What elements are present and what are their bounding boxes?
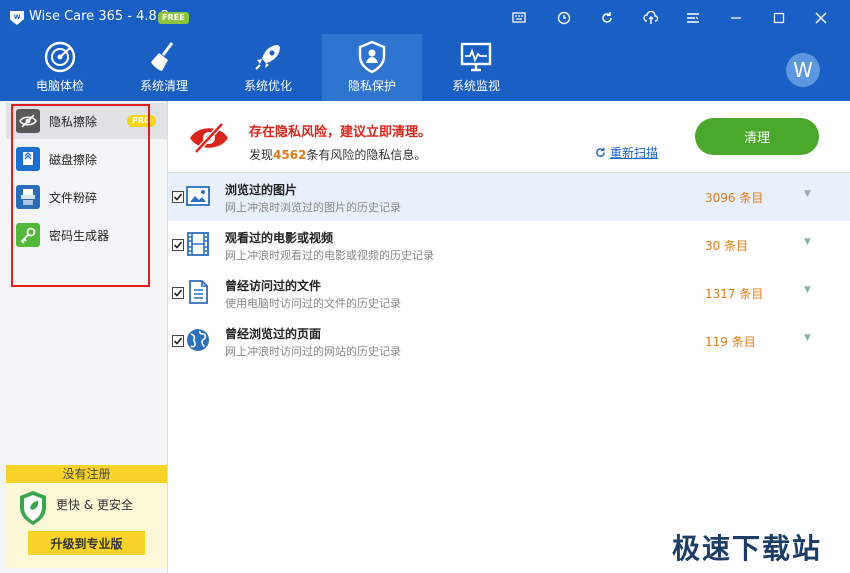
tab-label: 系统优化 (243, 79, 292, 93)
privacy-risk-eye-icon (190, 122, 228, 154)
close-icon (815, 12, 827, 24)
item-checkbox[interactable] (172, 335, 184, 347)
item-count: 119 条目 (705, 335, 756, 349)
picture-icon (186, 186, 210, 206)
item-count: 30 条目 (705, 239, 749, 253)
item-title: 观看过的电影或视频 (225, 231, 334, 245)
tab-system-check[interactable]: 电脑体检 (10, 34, 110, 101)
list-item[interactable]: 曾经访问过的文件 使用电脑时访问过的文件的历史记录 1317 条目 ▼ (168, 269, 850, 317)
tab-label: 电脑体检 (35, 79, 84, 93)
rescan-icon (596, 147, 605, 157)
alert-prefix: 发现 (249, 148, 274, 162)
menu-button[interactable] (680, 7, 706, 29)
document-icon (189, 280, 208, 304)
tab-privacy-protection[interactable]: 隐私保护 (322, 34, 422, 101)
menu-icon (687, 13, 699, 23)
item-checkbox[interactable] (172, 287, 184, 299)
item-description: 网上冲浪时观看过的电影或视频的历史记录 (225, 249, 434, 262)
broom-icon (151, 42, 174, 71)
alert-title: 存在隐私风险，建议立即清理。 (249, 125, 432, 140)
item-description: 网上冲浪时访问过的网站的历史记录 (225, 345, 401, 358)
rescan-label: 重新扫描 (610, 146, 659, 160)
item-description: 网上冲浪时浏览过的图片的历史记录 (225, 201, 401, 214)
checkmark-icon (173, 241, 183, 249)
expand-caret-icon[interactable]: ▼ (804, 285, 811, 295)
expand-caret-icon[interactable]: ▼ (804, 237, 811, 247)
tab-system-clean[interactable]: 系统清理 (114, 34, 214, 101)
tab-label: 隐私保护 (347, 79, 396, 93)
maximize-icon (773, 12, 785, 24)
rescan-link[interactable]: 重新扫描 (595, 144, 658, 161)
schedule-button[interactable] (551, 7, 577, 29)
clock-icon (557, 11, 571, 25)
cloud-button[interactable] (638, 7, 664, 29)
checkmark-icon (173, 337, 183, 345)
item-checkbox[interactable] (172, 191, 184, 203)
alert-suffix: 条有风险的隐私信息。 (306, 148, 427, 162)
app-title: Wise Care 365 - 4.8.2 (29, 9, 170, 24)
site-watermark: 极速下载站 (672, 532, 823, 565)
item-description: 使用电脑时访问过的文件的历史记录 (225, 297, 401, 310)
tab-label: 系统监视 (451, 79, 500, 93)
expand-caret-icon[interactable]: ▼ (804, 333, 811, 343)
refresh-button[interactable] (594, 7, 620, 29)
checkmark-icon (173, 289, 183, 297)
sidebar: 隐私擦除 PRO 磁盘擦除 文件粉碎 密码生成器 没有注册 更快 & 更安全 升… (0, 101, 168, 573)
item-title: 曾经访问过的文件 (225, 279, 322, 293)
minimize-button[interactable] (723, 7, 749, 29)
film-icon (187, 232, 209, 256)
promo-text: 更快 & 更安全 (56, 498, 133, 512)
svg-text:W: W (14, 14, 21, 21)
radar-icon (44, 41, 76, 73)
rocket-icon (255, 45, 280, 70)
cloud-upload-icon (643, 11, 659, 24)
upgrade-promo: 没有注册 更快 & 更安全 升级到专业版 (6, 465, 167, 568)
privacy-shield-icon (358, 40, 386, 74)
maximize-button[interactable] (766, 7, 792, 29)
monitor-icon (460, 42, 492, 72)
main-navigation: 电脑体检 系统清理 系统优化 隐私保护 系统监视 W (0, 34, 850, 101)
checkmark-icon (173, 193, 183, 201)
feedback-button[interactable] (506, 7, 532, 29)
tab-system-monitor[interactable]: 系统监视 (426, 34, 526, 101)
clean-button[interactable]: 清理 (695, 118, 819, 155)
minimize-icon (731, 17, 741, 19)
title-bar: W Wise Care 365 - 4.8.2 FREE (0, 0, 850, 34)
item-checkbox[interactable] (172, 239, 184, 251)
wise-care-logo-icon: W (10, 11, 24, 25)
rocket-shield-icon (20, 491, 46, 525)
risk-count: 4562 (273, 148, 307, 162)
globe-icon (187, 329, 209, 351)
refresh-icon (602, 12, 612, 23)
promo-title: 没有注册 (6, 465, 167, 483)
main-panel: 存在隐私风险，建议立即清理。 发现4562条有风险的隐私信息。 重新扫描 清理 … (168, 101, 850, 573)
alert-summary: 发现4562条有风险的隐私信息。 (249, 146, 426, 163)
free-badge: FREE (158, 12, 189, 24)
close-button[interactable] (808, 7, 834, 29)
highlight-box (11, 104, 150, 287)
keyboard-icon (512, 12, 526, 23)
list-item[interactable]: 曾经浏览过的页面 网上冲浪时访问过的网站的历史记录 119 条目 ▼ (168, 317, 850, 365)
app-header: W Wise Care 365 - 4.8.2 FREE 电脑体检 系统清理 系… (0, 0, 850, 101)
tab-label: 系统清理 (139, 79, 188, 93)
tab-system-optimize[interactable]: 系统优化 (218, 34, 318, 101)
list-item[interactable]: 浏览过的图片 网上冲浪时浏览过的图片的历史记录 3096 条目 ▼ (168, 173, 850, 221)
list-item[interactable]: 观看过的电影或视频 网上冲浪时观看过的电影或视频的历史记录 30 条目 ▼ (168, 221, 850, 269)
upgrade-button[interactable]: 升级到专业版 (28, 531, 145, 555)
expand-caret-icon[interactable]: ▼ (804, 189, 811, 199)
item-title: 曾经浏览过的页面 (225, 327, 322, 341)
item-count: 3096 条目 (705, 191, 764, 205)
item-count: 1317 条目 (705, 287, 764, 301)
user-avatar[interactable]: W (786, 53, 820, 87)
item-title: 浏览过的图片 (225, 183, 298, 197)
